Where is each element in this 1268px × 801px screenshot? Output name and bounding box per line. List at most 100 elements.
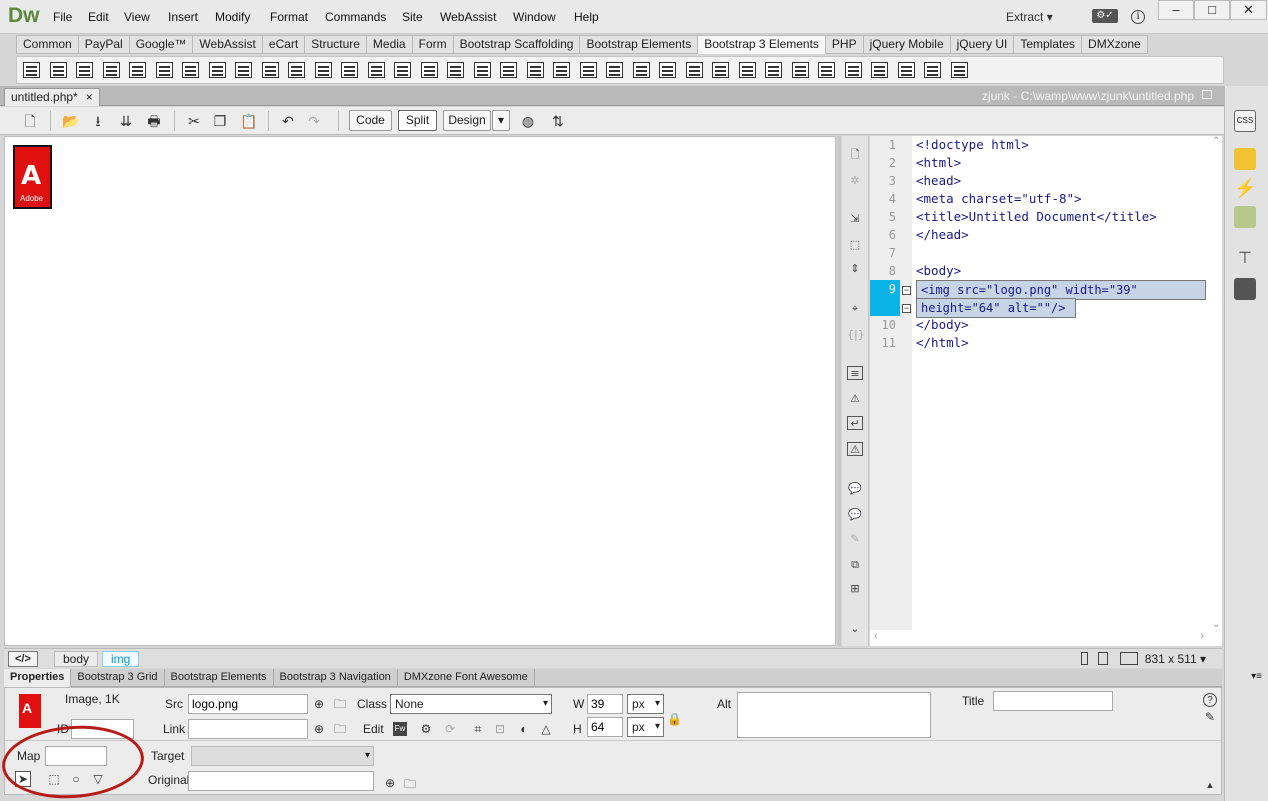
tablet-size-icon[interactable] [1098, 652, 1108, 665]
link-input[interactable] [188, 719, 308, 739]
print-icon[interactable]: 🖶 [146, 113, 162, 129]
menu-modify[interactable]: Modify [215, 10, 250, 24]
insert-widget-icon[interactable] [738, 62, 756, 78]
panel-options-icon[interactable]: ▾≡ [1251, 671, 1262, 682]
split-view-button[interactable]: Split [398, 110, 437, 131]
maximize-button[interactable]: □ [1194, 0, 1230, 20]
insert-widget-icon[interactable] [314, 62, 332, 78]
insert-widget-icon[interactable] [341, 62, 358, 78]
quick-tag-editor-icon[interactable]: ✎ [1203, 710, 1217, 724]
src-input[interactable] [188, 694, 308, 714]
insert-widget-icon[interactable] [235, 62, 252, 78]
collapse-selection-icon[interactable]: ⬚ [847, 238, 863, 252]
browse-folder-icon[interactable]: 🗀 [333, 697, 347, 711]
close-icon[interactable]: × [86, 90, 93, 104]
help-icon[interactable]: ? [1203, 693, 1217, 707]
width-unit-select[interactable]: px ▾ [627, 694, 664, 714]
select-parent-tag-icon[interactable]: ⌖ [847, 302, 863, 316]
recent-snippets-icon[interactable]: ⧉ [847, 558, 863, 572]
code-view[interactable]: 1 2 3 4 5 6 7 8 9 10 11 − − <!doctype ht… [870, 136, 1222, 646]
insert-widget-icon[interactable] [155, 62, 173, 78]
design-view-button[interactable]: Design [443, 110, 491, 131]
paste-icon[interactable]: 📋 [240, 113, 257, 129]
insert-tab-media[interactable]: Media [366, 35, 413, 54]
fireworks-edit-icon[interactable]: Fw [393, 722, 407, 736]
tab-bootstrap-3-navigation[interactable]: Bootstrap 3 Navigation [274, 669, 398, 687]
sharpen-icon[interactable]: △ [539, 722, 553, 736]
insert-widget-icon[interactable] [632, 62, 650, 78]
restore-icon[interactable] [1202, 90, 1212, 99]
insert-widget-icon[interactable] [23, 62, 40, 78]
insert-widget-icon[interactable] [261, 62, 279, 78]
move-css-icon[interactable]: ⊞ [847, 582, 863, 596]
insert-tab-google[interactable]: Google™ [129, 35, 194, 54]
highlight-invalid-code-icon[interactable]: ⚠ [847, 392, 863, 406]
vertical-scrollbar[interactable]: ⌃ ⌄ [1210, 136, 1222, 630]
code-tag-button[interactable]: </> [8, 651, 38, 667]
insert-tab-webassist[interactable]: WebAssist [193, 35, 263, 54]
sync-settings-icon[interactable]: ⚙✓ [1092, 9, 1118, 23]
insert-tab-common[interactable]: Common [16, 35, 79, 54]
insert-widget-icon[interactable] [500, 62, 517, 78]
tab-bootstrap-elements[interactable]: Bootstrap Elements [165, 669, 274, 687]
collapse-full-tag-icon[interactable]: ⇲ [847, 212, 863, 226]
height-input[interactable] [587, 717, 623, 737]
save-icon[interactable]: ⭳ [90, 113, 106, 129]
undo-icon[interactable]: ↶ [280, 113, 296, 129]
syntax-error-alerts-icon[interactable]: ⚠ [847, 442, 863, 456]
insert-widget-icon[interactable] [49, 62, 67, 78]
fold-toggle-icon[interactable]: − [902, 304, 911, 313]
dom-icon[interactable]: ⊤ [1234, 248, 1256, 270]
file-management-icon[interactable]: ⇅ [550, 113, 566, 129]
fold-toggle-icon[interactable]: − [902, 286, 911, 295]
point-to-file-icon[interactable]: ⊕ [312, 722, 326, 736]
tab-properties[interactable]: Properties [4, 669, 72, 687]
more-tools-chevron-icon[interactable]: ⌄ [847, 622, 863, 636]
design-view[interactable]: A Adobe [4, 136, 836, 646]
adobe-logo-image[interactable]: A Adobe [13, 145, 52, 209]
insert-widget-icon[interactable] [712, 62, 729, 78]
menu-site[interactable]: Site [402, 10, 423, 24]
insert-widget-icon[interactable] [844, 62, 862, 78]
minimize-button[interactable]: – [1158, 0, 1194, 20]
cut-icon[interactable]: ✂ [186, 113, 202, 129]
menu-help[interactable]: Help [574, 10, 599, 24]
horizontal-scrollbar[interactable]: ‹ › [870, 630, 1214, 644]
browse-folder-icon[interactable]: 🗀 [333, 722, 347, 736]
view-options-dropdown[interactable]: ▾ [492, 110, 510, 131]
menu-file[interactable]: File [53, 10, 72, 24]
copy-icon[interactable]: ❐ [212, 113, 228, 129]
open-documents-icon[interactable]: 🗋 [847, 148, 863, 162]
insert-widget-icon[interactable] [129, 62, 146, 78]
brightness-contrast-icon[interactable]: ◐ [517, 722, 531, 736]
insert-tab-php[interactable]: PHP [825, 35, 864, 54]
insert-widget-icon[interactable] [950, 62, 968, 78]
edit-image-settings-icon[interactable]: ⚙ [419, 722, 433, 736]
scroll-right-icon[interactable]: › [1200, 630, 1204, 642]
insert-widget-icon[interactable] [553, 62, 570, 78]
original-input[interactable] [188, 771, 374, 791]
insert-widget-icon[interactable] [818, 62, 835, 78]
server-behaviors-icon[interactable] [1234, 206, 1256, 228]
info-icon[interactable]: i [1131, 10, 1145, 24]
workspace-switcher[interactable]: Extract ▾ [1006, 10, 1053, 24]
save-all-icon[interactable]: ⇊ [118, 113, 134, 129]
alt-textarea[interactable] [737, 692, 931, 738]
scroll-left-icon[interactable]: ‹ [874, 630, 878, 642]
split-divider[interactable] [837, 136, 841, 646]
insert-tab-dmxzone[interactable]: DMXzone [1082, 35, 1148, 54]
window-size-dropdown[interactable]: 831 x 511 ▾ [1145, 652, 1206, 666]
insert-widget-icon[interactable] [420, 62, 438, 78]
insert-widget-icon[interactable] [685, 62, 703, 78]
tab-dmxzone-font-awesome[interactable]: DMXzone Font Awesome [398, 669, 535, 687]
live-view-globe-icon[interactable]: ◍ [520, 113, 536, 129]
menu-format[interactable]: Format [270, 10, 308, 24]
insert-widget-icon[interactable] [791, 62, 809, 78]
insert-widget-icon[interactable] [208, 62, 226, 78]
behaviors-icon[interactable]: ⚡ [1234, 178, 1256, 200]
width-input[interactable] [587, 694, 623, 714]
menu-commands[interactable]: Commands [325, 10, 386, 24]
open-icon[interactable]: 📂 [62, 113, 79, 129]
menu-insert[interactable]: Insert [168, 10, 198, 24]
assets-icon[interactable] [1234, 148, 1256, 170]
